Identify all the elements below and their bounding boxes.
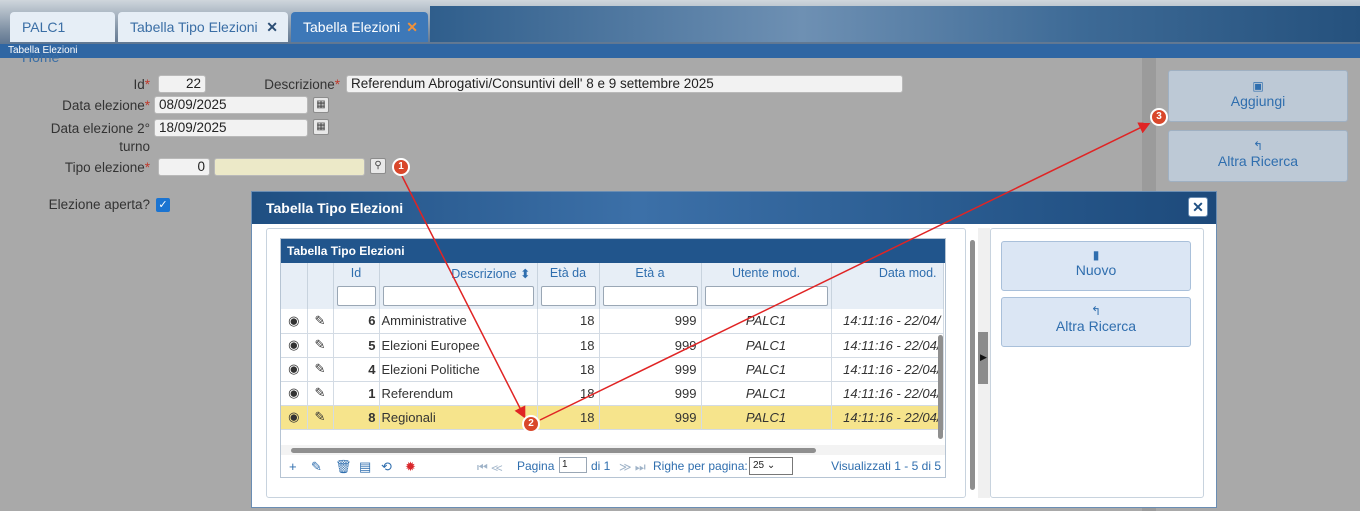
nuovo-button[interactable]: ▮ Nuovo <box>1001 241 1191 291</box>
altra-ricerca-label: Altra Ricerca <box>1217 153 1299 169</box>
filter-eta-a-input[interactable] <box>602 286 698 306</box>
annotation-badge: 1 <box>392 158 410 176</box>
table-row[interactable]: ◉ ✎ 4 Elezioni Politiche 18 999 PALC1 14:11:… <box>281 357 944 382</box>
sort-icon: ⬍ <box>520 266 531 281</box>
altra-ricerca-label: Altra Ricerca <box>1055 318 1137 334</box>
breadcrumb: Tabella Elezioni <box>0 44 1360 58</box>
first-page-icon[interactable]: ⏮ ≪ <box>477 460 503 475</box>
id-field[interactable]: 22 <box>158 75 206 93</box>
new-file-icon: ▮ <box>1092 248 1100 262</box>
edit-icon[interactable]: ✎ <box>307 333 334 358</box>
table-row-selected[interactable]: ◉ ✎ 8 Regionali 18 999 PALC1 14:11:16 - 22/0… <box>281 405 944 430</box>
filter-eta-da-input[interactable] <box>540 286 596 306</box>
delete-icon[interactable]: 🗑 <box>335 459 352 475</box>
column-header[interactable]: Id <box>333 263 380 283</box>
elezione-aperta-label: Elezione aperta? <box>48 197 150 212</box>
grid-title: Tabella Tipo Elezioni <box>281 239 945 263</box>
tipo-elezioni-grid: Tabella Tipo Elezioni Id Descrizione ⬍ E… <box>280 238 946 478</box>
edit-icon[interactable]: ✎ <box>307 405 334 430</box>
elezione-aperta-checkbox[interactable]: ✓ <box>156 198 170 212</box>
id-label: Id* <box>133 77 150 92</box>
refresh-icon[interactable]: ⟲ <box>381 459 392 475</box>
save-icon: ▣ <box>1252 79 1264 93</box>
dialog-title: Tabella Tipo Elezioni <box>252 192 1216 224</box>
nuovo-label: Nuovo <box>1075 262 1117 278</box>
settings-icon[interactable]: ✹ <box>405 459 416 475</box>
tab-palc1-home[interactable]: PALC1 Home <box>10 12 115 65</box>
column-header[interactable]: Utente mod. <box>701 263 832 283</box>
calendar-icon[interactable]: ▦ <box>313 97 329 113</box>
data-elezione-label: Data elezione* <box>62 98 150 113</box>
column-header[interactable]: Data mod. <box>831 263 944 283</box>
page-of-label: di 1 <box>591 459 611 473</box>
data-elezione-2-label: Data elezione 2° turno <box>50 121 150 154</box>
dialog-side-panel: ▮ Nuovo ↰ Altra Ricerca <box>990 228 1204 498</box>
close-icon[interactable]: ✕ <box>1188 197 1208 217</box>
edit-icon[interactable]: ✎ <box>311 459 322 475</box>
export-icon[interactable]: ▤ <box>359 459 371 475</box>
tipo-elezioni-dialog: Tabella Tipo Elezioni ✕ ▶ ▮ Nuovo ↰ Altr… <box>251 191 1217 508</box>
column-header[interactable]: Descrizione ⬍ <box>379 263 538 283</box>
search-icon[interactable]: ⚲ <box>370 158 386 174</box>
rows-per-page-label: Righe per pagina: <box>653 459 748 473</box>
close-icon[interactable]: ✕ <box>266 12 278 42</box>
back-arrow-icon: ↰ <box>1090 304 1102 318</box>
filter-descrizione-input[interactable] <box>382 286 534 306</box>
page-input[interactable]: 1 <box>559 457 587 473</box>
table-row[interactable]: ◉ ✎ 6 Amministrative 18 999 PALC1 14:11:16 -… <box>281 309 944 334</box>
edit-icon[interactable]: ✎ <box>307 381 334 406</box>
grid-vertical-scrollbar[interactable] <box>938 335 943 439</box>
data-elezione-field[interactable]: 08/09/2025 <box>154 96 308 114</box>
grid-table: Id Descrizione ⬍ Età da Età a Utente mod… <box>281 263 944 430</box>
descrizione-label: Descrizione* <box>264 77 340 92</box>
filter-row <box>281 283 944 309</box>
grid-horizontal-scrollbar[interactable] <box>281 445 945 455</box>
tab-label: Tabella Tipo Elezioni <box>130 19 258 35</box>
grid-header: Id Descrizione ⬍ Età da Età a Utente mod… <box>281 263 944 283</box>
view-icon[interactable]: ◉ <box>281 309 308 334</box>
last-page-icon[interactable]: ≫ ⏭ <box>619 460 646 475</box>
add-icon[interactable]: + <box>289 459 297 474</box>
annotation-badge: 2 <box>522 415 540 433</box>
tipo-elezione-code-field[interactable]: 0 <box>158 158 210 176</box>
splitter[interactable]: ▶ <box>978 228 990 498</box>
tipo-elezione-label: Tipo elezione* <box>64 160 150 175</box>
tab-tabella-tipo-elezioni[interactable]: Tabella Tipo Elezioni ✕ <box>118 12 288 42</box>
records-summary: Visualizzati 1 - 5 di 5 <box>831 459 941 473</box>
tab-tabella-elezioni[interactable]: Tabella Elezioni ✕ <box>291 12 428 42</box>
rows-per-page-select[interactable]: 25 ⌄ <box>749 457 793 475</box>
view-icon[interactable]: ◉ <box>281 357 308 382</box>
back-arrow-icon: ↰ <box>1252 139 1264 153</box>
filter-utente-input[interactable] <box>704 286 828 306</box>
altra-ricerca-button[interactable]: ↰ Altra Ricerca <box>1001 297 1191 347</box>
data-elezione-2-field[interactable]: 18/09/2025 <box>154 119 308 137</box>
table-row[interactable]: ◉ ✎ 5 Elezioni Europee 18 999 PALC1 14:11:16… <box>281 333 944 358</box>
view-icon[interactable]: ◉ <box>281 381 308 406</box>
column-header[interactable]: Età da <box>537 263 600 283</box>
altra-ricerca-button[interactable]: ↰ Altra Ricerca <box>1168 130 1348 182</box>
table-row[interactable]: ◉ ✎ 1 Referendum 18 999 PALC1 14:11:16 - 22/… <box>281 381 944 406</box>
calendar-icon[interactable]: ▦ <box>313 119 329 135</box>
aggiungi-button[interactable]: ▣ Aggiungi <box>1168 70 1348 122</box>
annotation-badge: 3 <box>1150 108 1168 126</box>
expand-arrow-icon: ▶ <box>980 352 987 362</box>
view-icon[interactable]: ◉ <box>281 333 308 358</box>
view-icon[interactable]: ◉ <box>281 405 308 430</box>
page-label: Pagina <box>517 459 555 473</box>
tab-label: Tabella Elezioni <box>303 19 401 35</box>
filter-id-input[interactable] <box>336 286 376 306</box>
close-icon[interactable]: ✕ <box>406 12 418 42</box>
edit-icon[interactable]: ✎ <box>307 309 334 334</box>
scrollbar[interactable] <box>968 228 978 498</box>
tipo-elezione-desc-field[interactable] <box>214 158 365 176</box>
descrizione-field[interactable]: Referendum Abrogativi/Consuntivi dell' 8… <box>346 75 903 93</box>
column-header[interactable]: Età a <box>599 263 702 283</box>
grid-footer: + ✎ 🗑 ▤ ⟲ ✹ ⏮ ≪ Pagina 1 di 1 ≫ ⏭ Righe … <box>281 455 945 479</box>
aggiungi-label: Aggiungi <box>1230 93 1286 109</box>
edit-icon[interactable]: ✎ <box>307 357 334 382</box>
